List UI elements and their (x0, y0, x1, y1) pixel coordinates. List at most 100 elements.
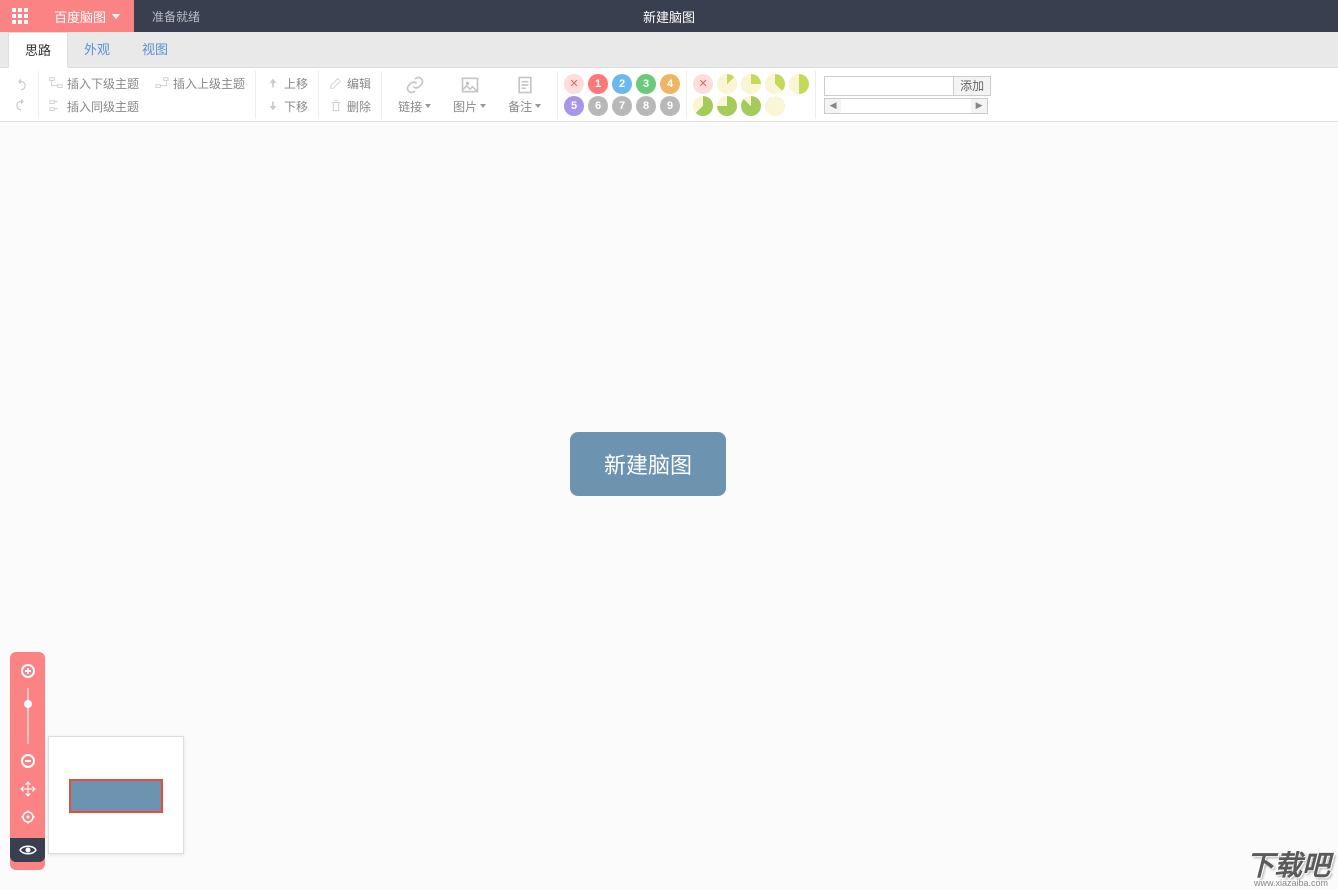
move-down-button[interactable]: 下移 (262, 96, 312, 117)
link-button[interactable]: 链接 (388, 71, 441, 119)
chevron-down-icon (425, 104, 431, 108)
image-label: 图片 (453, 98, 477, 115)
titlebar: 百度脑图 准备就绪 新建脑图 (0, 0, 1338, 32)
minimap[interactable] (48, 736, 184, 854)
progress-5[interactable] (693, 96, 713, 116)
history-group (4, 71, 39, 119)
minimap-viewport[interactable] (69, 779, 163, 813)
apps-grid-icon (12, 8, 28, 24)
trash-icon (329, 99, 343, 113)
note-icon (515, 75, 535, 95)
redo-icon (14, 98, 28, 112)
tree-sibling-icon (49, 99, 63, 113)
tree-child-icon (49, 76, 63, 90)
priority-3[interactable]: 3 (636, 74, 656, 94)
tree-parent-icon (155, 76, 169, 90)
toolbar: 插入下级主题 插入上级主题 插入同级主题 上移 下移 编辑 删除 链接 图片 备… (0, 68, 1338, 122)
ribbon-tabs: 思路 外观 视图 (0, 32, 1338, 68)
link-icon (405, 75, 425, 95)
toggle-minimap-button[interactable] (10, 838, 45, 862)
target-icon (20, 809, 36, 825)
undo-icon (14, 78, 28, 92)
insert-sibling-button[interactable]: 插入同级主题 (45, 96, 143, 117)
mindmap-canvas[interactable]: 新建脑图 (0, 122, 1338, 890)
priority-group: ✕ 1 2 3 4 5 6 7 8 9 (558, 71, 687, 119)
pencil-icon (329, 76, 343, 90)
zoom-in-button[interactable] (17, 660, 39, 682)
progress-4[interactable] (789, 74, 809, 94)
priority-1[interactable]: 1 (588, 74, 608, 94)
priority-9[interactable]: 9 (660, 96, 680, 116)
resource-add-button[interactable]: 添加 (954, 76, 991, 96)
priority-2[interactable]: 2 (612, 74, 632, 94)
priority-8[interactable]: 8 (636, 96, 656, 116)
undo-button[interactable] (10, 76, 32, 94)
progress-6[interactable] (717, 96, 737, 116)
resource-prev-button[interactable]: ◀ (825, 99, 841, 113)
progress-clear[interactable]: ✕ (693, 74, 713, 94)
insert-group: 插入下级主题 插入上级主题 插入同级主题 (39, 71, 256, 119)
eye-icon (19, 844, 37, 856)
pan-button[interactable] (17, 778, 39, 800)
zoom-panel (10, 652, 45, 870)
progress-2[interactable] (741, 74, 761, 94)
zoom-thumb[interactable] (24, 700, 32, 708)
chevron-down-icon (112, 14, 120, 19)
resource-list (841, 99, 971, 113)
priority-5[interactable]: 5 (564, 96, 584, 116)
document-title[interactable]: 新建脑图 (643, 7, 695, 26)
tab-appearance[interactable]: 外观 (68, 32, 126, 68)
brand-label: 百度脑图 (54, 7, 106, 26)
watermark-url: www.xiazaiba.com (1254, 878, 1328, 888)
move-group: 上移 下移 (256, 71, 319, 119)
zoom-in-icon (20, 663, 36, 679)
resource-nav: ◀ ▶ (824, 98, 988, 114)
edit-group: 编辑 删除 (319, 71, 382, 119)
move-up-button[interactable]: 上移 (262, 73, 312, 94)
priority-6[interactable]: 6 (588, 96, 608, 116)
insert-child-button[interactable]: 插入下级主题 (45, 73, 143, 94)
move-icon (20, 781, 36, 797)
tab-view[interactable]: 视图 (126, 32, 184, 68)
tab-idea[interactable]: 思路 (8, 32, 68, 68)
zoom-slider[interactable] (27, 688, 29, 744)
arrow-down-icon (266, 99, 280, 113)
insert-sibling-label: 插入同级主题 (67, 98, 139, 115)
apps-button[interactable] (0, 0, 40, 32)
priority-7[interactable]: 7 (612, 96, 632, 116)
resource-input[interactable] (824, 76, 954, 96)
zoom-out-icon (20, 753, 36, 769)
status-text: 准备就绪 (152, 8, 200, 25)
progress-group: ✕ (687, 71, 816, 119)
resource-next-button[interactable]: ▶ (971, 99, 987, 113)
priority-4[interactable]: 4 (660, 74, 680, 94)
note-button[interactable]: 备注 (498, 71, 551, 119)
insert-child-label: 插入下级主题 (67, 75, 139, 92)
zoom-out-button[interactable] (17, 750, 39, 772)
image-button[interactable]: 图片 (443, 71, 496, 119)
move-up-label: 上移 (284, 75, 308, 92)
delete-button[interactable]: 删除 (325, 96, 375, 117)
progress-done[interactable] (765, 96, 785, 116)
progress-7[interactable] (741, 96, 761, 116)
progress-1[interactable] (717, 74, 737, 94)
insert-parent-button[interactable]: 插入上级主题 (151, 73, 249, 94)
arrow-up-icon (266, 76, 280, 90)
insert-parent-label: 插入上级主题 (173, 75, 245, 92)
note-label: 备注 (508, 98, 532, 115)
locate-button[interactable] (17, 806, 39, 828)
edit-label: 编辑 (347, 75, 371, 92)
image-icon (460, 75, 480, 95)
link-label: 链接 (398, 98, 422, 115)
attach-group: 链接 图片 备注 (382, 71, 558, 119)
resource-group: 添加 ◀ ▶ (816, 76, 999, 114)
chevron-down-icon (535, 104, 541, 108)
edit-button[interactable]: 编辑 (325, 73, 375, 94)
chevron-down-icon (480, 104, 486, 108)
move-down-label: 下移 (284, 98, 308, 115)
priority-clear[interactable]: ✕ (564, 74, 584, 94)
delete-label: 删除 (347, 98, 371, 115)
brand-menu-button[interactable]: 百度脑图 (40, 0, 134, 32)
root-node[interactable]: 新建脑图 (570, 432, 726, 496)
redo-button[interactable] (10, 96, 32, 114)
